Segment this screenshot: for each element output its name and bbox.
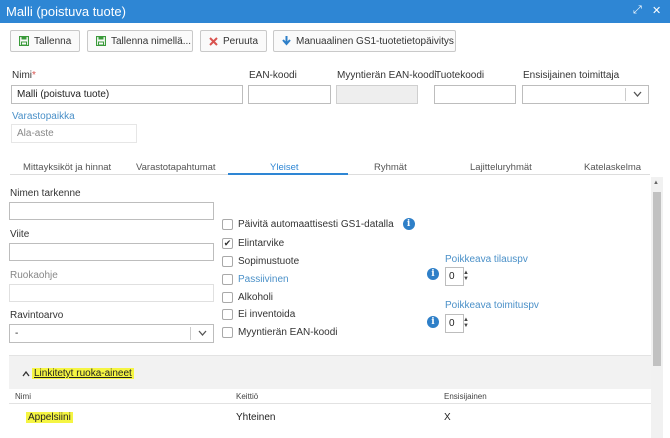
chevron-up-icon[interactable]	[22, 371, 30, 377]
select-divider	[625, 88, 626, 101]
floppy-icon	[19, 36, 29, 46]
close-icon	[209, 36, 218, 46]
reference-label: Viite	[10, 229, 30, 240]
delivery-days-label: Poikkeava toimituspv	[445, 300, 539, 311]
primary-supplier-label: Ensisijainen toimittaja	[523, 70, 620, 81]
nutrition-select[interactable]: -	[9, 324, 214, 343]
checkbox-label: Ei inventoida	[238, 309, 296, 320]
checkbox[interactable]	[222, 309, 233, 320]
checkbox[interactable]	[222, 274, 233, 285]
checkbox-alcohol[interactable]: Alkoholi	[222, 292, 273, 303]
ean-label: EAN-koodi	[249, 70, 297, 81]
column-header-name: Nimi	[15, 392, 31, 401]
table-divider	[9, 403, 651, 404]
food-instruction-input	[9, 284, 214, 302]
checkbox[interactable]	[222, 218, 233, 230]
cancel-button[interactable]: Peruuta	[200, 30, 267, 52]
window-title: Malli (poistuva tuote)	[6, 4, 126, 19]
tab-general[interactable]: Yleiset	[270, 162, 299, 173]
name-input[interactable]: Malli (poistuva tuote)	[11, 85, 243, 104]
name-label: Nimi*	[12, 70, 36, 81]
scroll-up-icon[interactable]: ▲	[653, 180, 659, 186]
column-header-kitchen: Keittiö	[236, 392, 259, 401]
checkbox-label: Myyntierän EAN-koodi	[238, 327, 338, 338]
required-marker: *	[32, 70, 36, 81]
batch-ean-label: Myyntierän EAN-koodi	[337, 70, 437, 81]
storage-label: Varastopaikka	[12, 111, 75, 122]
checkbox-no-inventory[interactable]: Ei inventoida	[222, 309, 295, 320]
checkbox-label: Päivitä automaattisesti GS1-datalla	[238, 218, 394, 230]
checkbox-label: Passiivinen	[238, 274, 289, 285]
info-icon[interactable]: i	[427, 316, 439, 328]
checkbox-contract-product[interactable]: Sopimustuote	[222, 256, 299, 267]
batch-ean-input	[336, 85, 418, 104]
active-tab-indicator	[228, 173, 348, 175]
info-icon[interactable]: i	[427, 268, 439, 280]
checkbox-checked[interactable]: ✔	[222, 238, 233, 249]
expand-icon[interactable]: ⤢	[633, 4, 642, 17]
save-button-label: Tallenna	[34, 35, 72, 47]
tab-margin-calc[interactable]: Katelaskelma	[584, 162, 641, 173]
nutrition-label: Ravintoarvo	[10, 310, 64, 321]
row-kitchen: Yhteinen	[236, 412, 276, 423]
name-spec-input[interactable]	[9, 202, 214, 220]
spin-arrows-icon[interactable]: ▲ ▼	[463, 270, 471, 282]
spin-arrows-icon[interactable]: ▲ ▼	[463, 317, 471, 329]
checkbox-label: Sopimustuote	[238, 256, 300, 267]
checkbox-label: Alkoholi	[238, 292, 274, 303]
storage-field: Ala-aste	[11, 124, 137, 143]
food-instruction-label: Ruokaohje	[10, 270, 58, 281]
save-as-button[interactable]: Tallenna nimellä...	[87, 30, 193, 52]
chevron-down-icon	[633, 91, 642, 97]
checkbox-food-item[interactable]: ✔ Elintarvike	[222, 238, 284, 249]
save-button[interactable]: Tallenna	[10, 30, 80, 52]
select-divider	[190, 327, 191, 340]
tab-stock-events[interactable]: Varastotapahtumat	[136, 162, 216, 173]
order-days-input[interactable]: 0	[445, 267, 464, 286]
window-titlebar: Malli (poistuva tuote) ⤢ ✕	[0, 0, 670, 23]
chevron-down-icon	[198, 330, 207, 336]
tab-groups[interactable]: Ryhmät	[374, 162, 407, 173]
primary-supplier-select[interactable]	[522, 85, 649, 104]
scrollbar-thumb[interactable]	[653, 192, 661, 366]
gs1-update-button[interactable]: Manuaalinen GS1-tuotetietopäivitys	[273, 30, 456, 52]
floppy-icon	[96, 36, 106, 46]
checkbox[interactable]	[222, 256, 233, 267]
save-as-button-label: Tallenna nimellä...	[111, 35, 192, 47]
tab-units-prices[interactable]: Mittayksiköt ja hinnat	[23, 162, 111, 173]
linked-foods-table	[9, 389, 651, 438]
column-header-primary: Ensisijainen	[444, 392, 487, 401]
cancel-button-label: Peruuta	[223, 35, 259, 47]
ean-input[interactable]	[248, 85, 331, 104]
product-code-label: Tuotekoodi	[435, 70, 485, 81]
order-days-label: Poikkeava tilauspv	[445, 254, 528, 265]
nutrition-value: -	[15, 328, 19, 339]
checkbox[interactable]	[222, 327, 233, 338]
delivery-days-input[interactable]: 0	[445, 314, 464, 333]
row-name[interactable]: Appelsiini	[26, 412, 73, 423]
tab-sort-groups[interactable]: Lajitteluryhmät	[470, 162, 532, 173]
linked-foods-title[interactable]: Linkitetyt ruoka-aineet	[32, 368, 134, 379]
reference-input[interactable]	[9, 243, 214, 261]
product-code-input[interactable]	[434, 85, 516, 104]
gs1-update-button-label: Manuaalinen GS1-tuotetietopäivitys	[296, 35, 454, 47]
checkbox-gs1-auto[interactable]: Päivitä automaattisesti GS1-datalla i	[222, 218, 415, 230]
close-icon[interactable]: ✕	[652, 4, 661, 17]
checkbox-passive[interactable]: Passiivinen	[222, 274, 289, 285]
checkbox-label: Elintarvike	[238, 238, 285, 249]
arrow-down-icon	[282, 36, 291, 46]
checkbox[interactable]	[222, 292, 233, 303]
name-spec-label: Nimen tarkenne	[10, 188, 81, 199]
checkbox-batch-ean[interactable]: Myyntierän EAN-koodi	[222, 327, 337, 338]
info-icon[interactable]: i	[402, 218, 415, 230]
row-primary: X	[444, 412, 451, 423]
